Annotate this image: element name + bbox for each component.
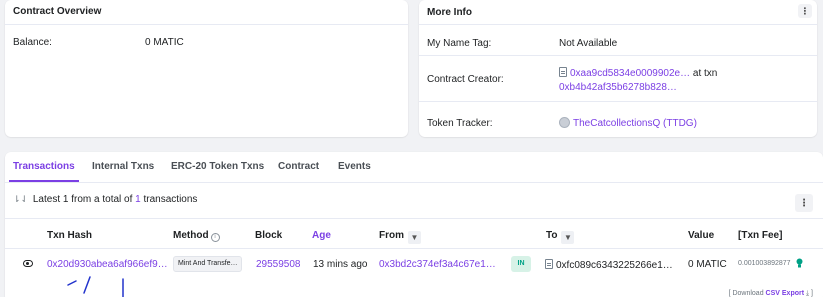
document-icon: [559, 67, 567, 77]
transactions-summary: ⇂⇃ Latest 1 from a total of 1 transactio…: [13, 194, 197, 205]
from-header-label: From: [379, 230, 404, 241]
column-header-from: From ▼: [379, 230, 421, 244]
filter-icon[interactable]: ▼: [561, 231, 575, 244]
tab-contract[interactable]: Contract: [278, 161, 319, 172]
tab-events[interactable]: Events: [338, 161, 371, 172]
name-tag-value: Not Available: [559, 38, 618, 49]
download-prefix: [ Download: [728, 290, 764, 297]
tab-bar: Transactions Internal Txns ERC-20 Token …: [5, 152, 823, 182]
method-badge: Mint And Transfe…: [173, 256, 242, 272]
to-address: 0xfc089c6343225266e1…: [545, 259, 673, 271]
divider: [5, 24, 408, 25]
more-info-card: More Info ⋮ My Name Tag: Not Available C…: [419, 0, 817, 137]
token-tracker-link[interactable]: TheCatcollectionsQ (TTDG): [573, 118, 697, 129]
divider: [419, 24, 817, 25]
column-header-block: Block: [255, 230, 283, 241]
divider: [5, 248, 823, 249]
token-tracker-label: Token Tracker:: [427, 118, 493, 129]
sort-icon: ⇂⇃: [13, 194, 29, 204]
divider: [5, 218, 823, 219]
transactions-card: Transactions Internal Txns ERC-20 Token …: [5, 152, 823, 297]
contract-overview-title: Contract Overview: [13, 6, 102, 17]
txn-hash-link[interactable]: 0x20d930abea6af966ef9…: [47, 259, 168, 270]
name-tag-label: My Name Tag:: [427, 38, 492, 49]
column-header-method: Method i: [173, 230, 220, 242]
creator-txn-link[interactable]: 0xb4b42af35b6278b828…: [559, 82, 677, 93]
contract-creator-label: Contract Creator:: [427, 74, 504, 85]
tab-erc20-token-txns[interactable]: ERC-20 Token Txns: [171, 161, 264, 172]
contract-overview-card: Contract Overview Balance: 0 MATIC: [5, 0, 408, 137]
from-address-link[interactable]: 0x3bd2c374ef3a4c67e1…: [379, 259, 496, 270]
at-txn-text: at txn: [692, 68, 718, 79]
divider: [5, 182, 823, 183]
more-options-icon[interactable]: ⋮: [798, 4, 812, 18]
value-amount: 0 MATIC: [688, 259, 727, 270]
filter-icon[interactable]: ▼: [408, 231, 421, 244]
contract-creator-value: 0xaa9cd5834e0009902e… at txn 0xb4b42af35…: [559, 67, 717, 95]
to-address-link[interactable]: 0xfc089c6343225266e1…: [556, 260, 673, 271]
more-options-icon[interactable]: ⋮: [795, 194, 813, 212]
creator-address-link[interactable]: 0xaa9cd5834e0009902e…: [570, 68, 690, 79]
summary-prefix: Latest 1 from a total of: [32, 194, 133, 205]
tab-internal-txns[interactable]: Internal Txns: [92, 161, 154, 172]
document-icon: [545, 259, 553, 269]
age-value: 13 mins ago: [313, 259, 368, 270]
token-tracker-value: TheCatcollectionsQ (TTDG): [559, 117, 697, 129]
divider: [419, 55, 817, 56]
column-header-age[interactable]: Age: [312, 230, 331, 241]
tab-transactions[interactable]: Transactions: [13, 161, 75, 172]
direction-badge: IN: [511, 256, 531, 272]
download-suffix: ⤓ ]: [806, 290, 813, 297]
column-header-value: Value: [688, 230, 715, 241]
summary-suffix: transactions: [143, 194, 198, 205]
download-csv: [ Download CSV Export ⤓ ]: [729, 290, 813, 297]
column-header-txn-hash: Txn Hash: [47, 230, 93, 241]
gas-lightbulb-icon: [796, 258, 803, 268]
column-header-txn-fee[interactable]: [Txn Fee]: [738, 230, 782, 241]
block-link[interactable]: 29559508: [256, 259, 301, 270]
token-logo-icon: [559, 117, 570, 128]
summary-count-link[interactable]: 1: [135, 194, 141, 205]
more-info-title: More Info: [427, 7, 472, 18]
method-header-label: Method: [173, 230, 209, 241]
column-header-to: To ▼: [546, 230, 575, 244]
balance-value: 0 MATIC: [145, 37, 184, 48]
info-icon[interactable]: i: [210, 233, 220, 242]
to-header-label: To: [546, 230, 558, 241]
divider: [419, 101, 817, 102]
txn-fee-value: 0.001003892877: [738, 260, 791, 267]
csv-export-link[interactable]: CSV Export: [766, 290, 805, 297]
eye-icon[interactable]: [23, 260, 33, 267]
balance-label: Balance:: [13, 37, 52, 48]
